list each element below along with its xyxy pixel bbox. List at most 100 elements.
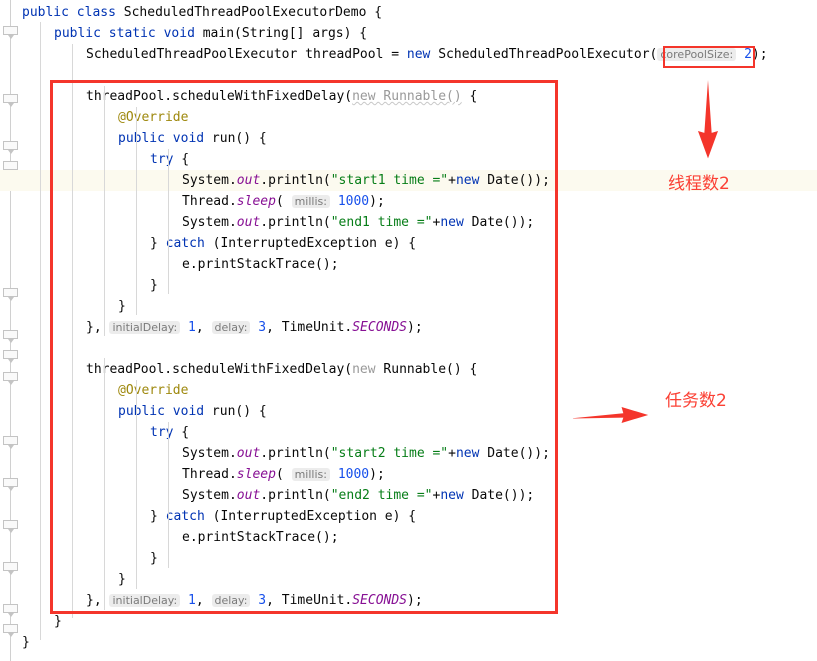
code-line[interactable]: }	[0, 548, 817, 569]
code-line[interactable]: e.printStackTrace();	[0, 254, 817, 275]
code-token: Date());	[479, 446, 550, 461]
code-token: delay:	[211, 594, 251, 607]
code-editor[interactable]: public class ScheduledThreadPoolExecutor…	[0, 0, 817, 661]
code-line-text: e.printStackTrace();	[182, 254, 339, 275]
code-line[interactable]: try {	[0, 422, 817, 443]
code-token: main	[202, 26, 235, 41]
code-line-text: threadPool.scheduleWithFixedDelay(new Ru…	[86, 86, 477, 107]
code-token: 2	[744, 47, 752, 62]
code-line[interactable]	[0, 65, 817, 86]
code-token: Date());	[479, 173, 550, 188]
code-token: },	[86, 320, 110, 335]
code-token: public	[118, 131, 165, 146]
code-line[interactable]: public static void main(String[] args) {	[0, 23, 817, 44]
code-line[interactable]: }, initialDelay: 1, delay: 3, TimeUnit.S…	[0, 317, 817, 338]
code-line-text: e.printStackTrace();	[182, 527, 339, 548]
code-token: System.	[182, 488, 237, 503]
code-token: try	[150, 425, 174, 440]
code-line[interactable]: }	[0, 611, 817, 632]
code-token: out	[236, 173, 261, 188]
code-token: }	[150, 236, 166, 251]
code-token: );	[369, 467, 385, 482]
code-token: corePoolSize:	[657, 48, 737, 61]
code-line-text: public void run() {	[118, 401, 267, 422]
code-token: }	[150, 278, 158, 293]
indent-guide	[104, 86, 105, 336]
code-line-text: }	[22, 632, 30, 653]
code-line[interactable]: public void run() {	[0, 128, 817, 149]
code-line[interactable]	[0, 338, 817, 359]
code-token: , TimeUnit.	[266, 593, 353, 608]
code-token: );	[407, 593, 423, 608]
code-token: }	[54, 614, 62, 629]
code-token: "start2 time ="	[330, 446, 449, 461]
code-line[interactable]: } catch (InterruptedException e) {	[0, 506, 817, 527]
code-line[interactable]: e.printStackTrace();	[0, 527, 817, 548]
code-token: sleep	[236, 467, 276, 482]
code-token: new	[406, 47, 431, 62]
code-line[interactable]: System.out.println("end2 time ="+new Dat…	[0, 485, 817, 506]
code-token: Date());	[463, 215, 535, 230]
code-token: initialDelay:	[109, 321, 181, 334]
indent-guide	[40, 22, 41, 640]
code-token: 1000	[337, 467, 370, 482]
code-line[interactable]: try {	[0, 149, 817, 170]
code-line-text: public class ScheduledThreadPoolExecutor…	[22, 2, 382, 23]
code-line[interactable]: }	[0, 296, 817, 317]
code-line[interactable]: Thread.sleep( millis: 1000);	[0, 191, 817, 212]
code-token: {	[173, 425, 190, 440]
code-line-text: }	[118, 296, 126, 317]
code-line[interactable]: threadPool.scheduleWithFixedDelay(new Ru…	[0, 86, 817, 107]
code-token: void	[172, 404, 205, 419]
code-token: 1000	[337, 194, 370, 209]
code-token: (	[275, 467, 284, 482]
code-token: initialDelay:	[109, 594, 181, 607]
code-token: 3	[258, 320, 267, 335]
code-line[interactable]: }	[0, 632, 817, 653]
code-token: .println(	[260, 488, 331, 503]
code-line[interactable]: public class ScheduledThreadPoolExecutor…	[0, 2, 817, 23]
task-count-annotation-label: 任务数2	[665, 391, 727, 411]
code-line[interactable]: }	[0, 569, 817, 590]
code-line[interactable]: threadPool.scheduleWithFixedDelay(new Ru…	[0, 359, 817, 380]
code-token: );	[751, 47, 768, 62]
code-line[interactable]: }, initialDelay: 1, delay: 3, TimeUnit.S…	[0, 590, 817, 611]
code-token: sleep	[236, 194, 276, 209]
code-line-text: }	[150, 548, 158, 569]
code-line[interactable]: System.out.println("start2 time ="+new D…	[0, 443, 817, 464]
code-token: ,	[195, 320, 212, 335]
code-token: SECONDS	[352, 593, 408, 608]
code-line-text: try {	[150, 149, 189, 170]
code-token: {	[173, 152, 190, 167]
editor-code-area[interactable]: public class ScheduledThreadPoolExecutor…	[0, 0, 817, 661]
code-line[interactable]: } catch (InterruptedException e) {	[0, 233, 817, 254]
code-token: "end2 time ="	[330, 488, 433, 503]
code-token: public	[54, 26, 101, 41]
code-token: "end1 time ="	[330, 215, 433, 230]
code-line-text: }, initialDelay: 1, delay: 3, TimeUnit.S…	[86, 590, 423, 611]
code-token: .println(	[260, 446, 331, 461]
code-line-text: Thread.sleep( millis: 1000);	[182, 191, 385, 212]
code-token: {	[461, 89, 478, 104]
code-line[interactable]: ScheduledThreadPoolExecutor threadPool =…	[0, 44, 817, 65]
code-line[interactable]: System.out.println("end1 time ="+new Dat…	[0, 212, 817, 233]
code-token: }	[118, 299, 126, 314]
code-line[interactable]: Thread.sleep( millis: 1000);	[0, 464, 817, 485]
code-token: ,	[195, 593, 212, 608]
code-token: Runnable() {	[375, 362, 478, 377]
code-token: @Override	[118, 383, 189, 398]
code-token: out	[236, 488, 261, 503]
code-token: System.	[182, 173, 237, 188]
code-line-text: }	[150, 275, 158, 296]
code-line[interactable]: }	[0, 275, 817, 296]
code-token: catch	[165, 509, 205, 524]
code-token: System.	[182, 446, 237, 461]
code-line[interactable]: @Override	[0, 107, 817, 128]
